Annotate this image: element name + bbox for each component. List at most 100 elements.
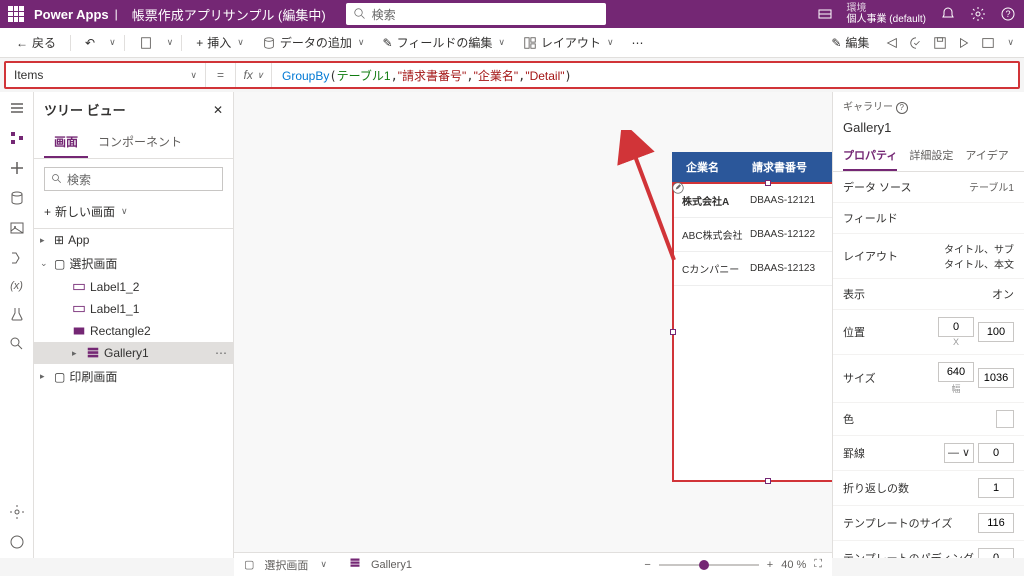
hamburger-icon[interactable] (9, 100, 25, 116)
undo-button[interactable]: ↶ (79, 34, 101, 52)
selected-name: Gallery1 (833, 120, 1024, 141)
prop-visible[interactable]: 表示オン (833, 279, 1024, 310)
resize-handle[interactable] (765, 478, 771, 484)
width-input[interactable] (938, 362, 974, 382)
settings-icon[interactable] (9, 504, 25, 520)
bell-icon[interactable] (940, 6, 956, 22)
paste-button[interactable] (133, 34, 159, 52)
edit-icon (672, 182, 684, 194)
height-input[interactable] (978, 368, 1014, 388)
chevron-down-icon[interactable]: ∨ (109, 37, 116, 48)
waffle-icon[interactable] (8, 6, 24, 22)
tab-screens[interactable]: 画面 (44, 127, 88, 158)
tree-item-label12[interactable]: Label1_2 (34, 276, 233, 298)
layout-button[interactable]: レイアウト∨ (517, 32, 620, 53)
tab-ideas[interactable]: アイデア (965, 141, 1008, 171)
tree-item-screen2[interactable]: ▸▢印刷画面 (34, 364, 233, 389)
zoom-slider[interactable] (659, 564, 759, 566)
prop-position: 位置 X (833, 310, 1024, 355)
prop-size: サイズ 幅 (833, 355, 1024, 403)
app-name: Power Apps (34, 7, 109, 22)
zoom-out[interactable]: − (644, 559, 650, 571)
edit-button[interactable]: ✎ 編集 (825, 32, 875, 53)
app-header: Power Apps | 帳票作成アプリサンプル (編集中) 検索 環境 個人事… (0, 0, 1024, 28)
chevron-down-icon[interactable]: ∨ (1007, 37, 1014, 48)
gallery-row[interactable]: 株式会社ADBAAS-12121› (674, 184, 832, 218)
status-gallery[interactable]: Gallery1 (371, 559, 412, 571)
back-button[interactable]: ← 戻る (10, 32, 62, 53)
formula-input[interactable]: GroupBy(テーブル1,"請求書番号","企業名","Detail") (272, 67, 582, 84)
zoom-value: 40 % (781, 559, 806, 571)
edit-fields-button[interactable]: ✎ フィールドの編集∨ (377, 32, 511, 53)
prop-datasource[interactable]: データ ソーステーブル1 (833, 172, 1024, 203)
tests-icon[interactable] (9, 306, 25, 322)
media-icon[interactable] (9, 220, 25, 236)
prop-layout[interactable]: レイアウトタイトル、サブタイトル、本文 (833, 234, 1024, 279)
tab-properties[interactable]: プロパティ (843, 141, 897, 171)
prop-fields[interactable]: フィールド (833, 203, 1024, 234)
ask-icon[interactable] (9, 534, 25, 550)
gallery-header: 企業名 請求書番号 (672, 152, 832, 182)
prop-color[interactable]: 色 (833, 403, 1024, 436)
separator: | (115, 7, 118, 21)
more-button[interactable]: ⋯ (626, 34, 650, 52)
resize-handle[interactable] (670, 329, 676, 335)
tab-advanced[interactable]: 詳細設定 (909, 141, 953, 171)
close-icon[interactable]: ✕ (213, 103, 223, 117)
help-icon[interactable]: ? (1000, 6, 1016, 22)
tree-item-screen1[interactable]: ⌄▢選択画面 (34, 251, 233, 276)
gallery-row[interactable]: CカンパニーDBAAS-12123› (674, 252, 832, 286)
chevron-down-icon[interactable]: ∨ (167, 37, 174, 48)
tree-title: ツリー ビュー (44, 100, 126, 119)
formula-bar: Items∨ = fx∨ GroupBy(テーブル1,"請求書番号","企業名"… (4, 61, 1020, 89)
zoom-in[interactable]: + (767, 559, 773, 571)
tree-view-icon[interactable] (9, 130, 25, 146)
prop-wrap[interactable]: 折り返しの数 (833, 471, 1024, 506)
property-selector[interactable]: Items∨ (6, 63, 206, 87)
tree-panel: ツリー ビュー ✕ 画面 コンポーネント 検索 + 新しい画面∨ ▸⊞App ⌄… (34, 92, 234, 558)
file-title: 帳票作成アプリサンプル (編集中) (132, 5, 326, 24)
search-placeholder: 検索 (372, 6, 396, 23)
gallery-row[interactable]: ABC株式会社DBAAS-12122› (674, 218, 832, 252)
variables-icon[interactable]: (x) (10, 280, 23, 292)
status-screen[interactable]: 選択画面 (264, 557, 308, 573)
search-input[interactable]: 検索 (346, 3, 606, 25)
checker-icon[interactable] (909, 36, 923, 50)
new-screen-button[interactable]: + 新しい画面∨ (44, 203, 223, 220)
canvas[interactable]: 企業名 請求書番号 株式会社ADBAAS-12121› ABC株式会社DBAAS… (234, 92, 832, 558)
tree-item-label11[interactable]: Label1_1 (34, 298, 233, 320)
tree-item-gallery1[interactable]: ▸Gallery1⋯ (34, 342, 233, 364)
help-icon[interactable]: ? (896, 102, 908, 114)
environment-selector[interactable]: 環境 個人事業 (default) (847, 3, 926, 25)
tree-item-rect2[interactable]: Rectangle2 (34, 320, 233, 342)
gear-icon[interactable] (970, 6, 986, 22)
publish-icon[interactable] (981, 36, 995, 50)
gallery-selection[interactable]: 株式会社ADBAAS-12121› ABC株式会社DBAAS-12122› Cカ… (672, 182, 832, 482)
data-icon[interactable] (9, 190, 25, 206)
prop-template-padding[interactable]: テンプレートのパディング (833, 541, 1024, 559)
flows-icon[interactable] (9, 250, 25, 266)
tab-components[interactable]: コンポーネント (88, 127, 192, 158)
equals-label: = (206, 63, 236, 87)
preview-icon[interactable] (957, 36, 971, 50)
insert-icon[interactable] (9, 160, 25, 176)
save-icon[interactable] (933, 36, 947, 50)
command-bar: ← 戻る ↶ ∨ ∨ + 挿入∨ データの追加∨ ✎ フィールドの編集∨ レイア… (0, 28, 1024, 58)
add-data-button[interactable]: データの追加∨ (256, 32, 371, 53)
resize-handle[interactable] (765, 180, 771, 186)
tree-search-input[interactable]: 検索 (44, 167, 223, 191)
prop-template-size[interactable]: テンプレートのサイズ (833, 506, 1024, 541)
pos-x-input[interactable] (938, 317, 974, 337)
search-icon (354, 8, 366, 20)
pos-y-input[interactable] (978, 322, 1014, 342)
tree-item-app[interactable]: ▸⊞App (34, 229, 233, 251)
fx-button[interactable]: fx∨ (236, 63, 272, 87)
search-rail-icon[interactable] (9, 336, 25, 352)
environment-icon[interactable] (817, 6, 833, 22)
fit-icon[interactable]: ⛶ (814, 558, 822, 571)
prop-border[interactable]: 罫線— ∨ (833, 436, 1024, 471)
search-icon (51, 173, 63, 185)
insert-button[interactable]: + 挿入∨ (190, 32, 250, 53)
left-rail: (x) (0, 92, 34, 558)
share-icon[interactable] (885, 36, 899, 50)
